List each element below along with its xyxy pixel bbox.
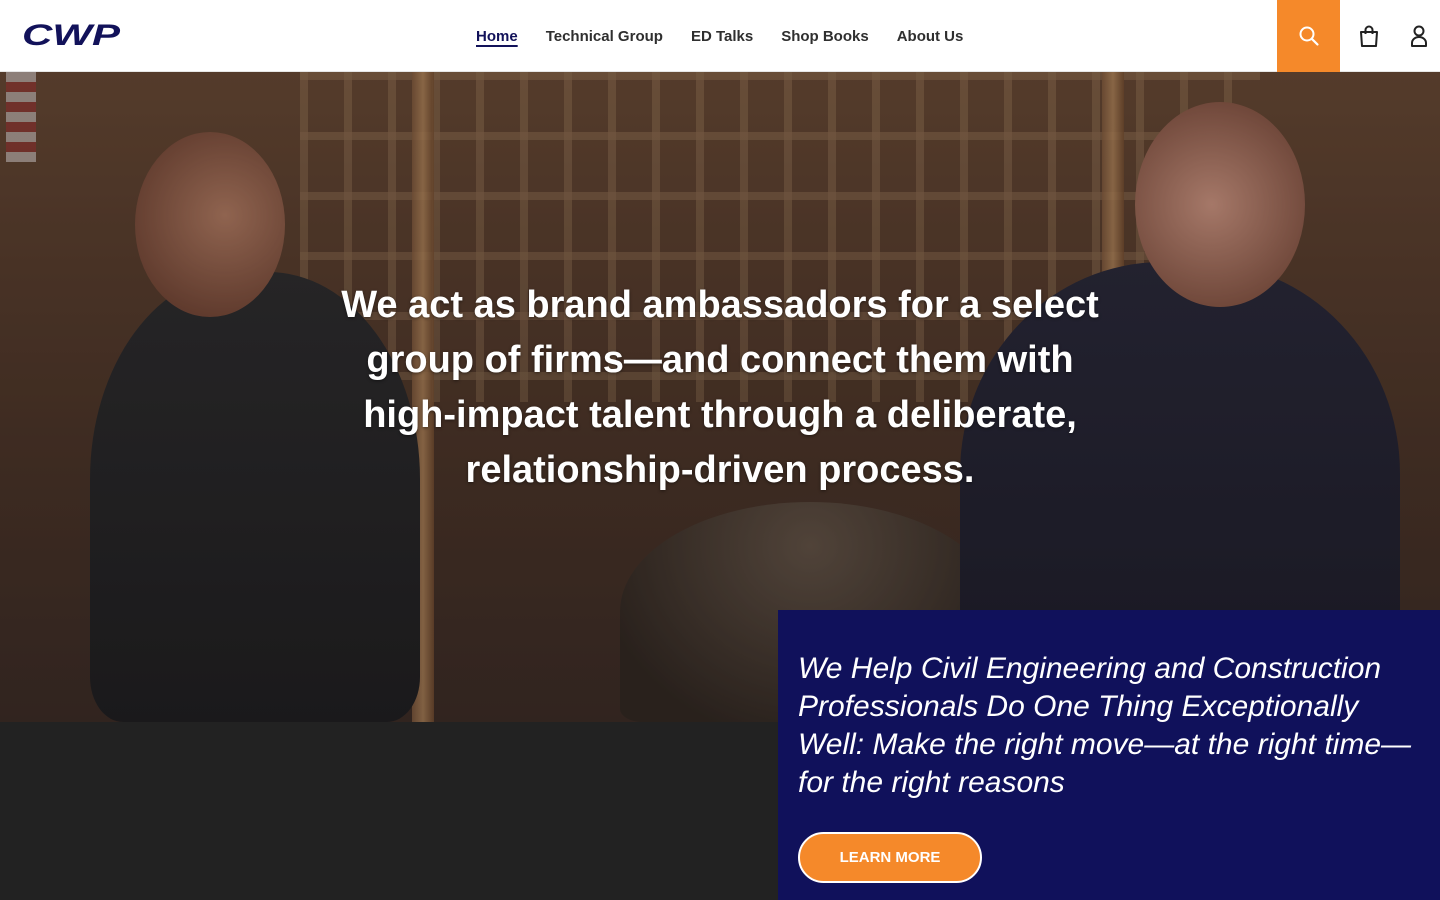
search-button[interactable] xyxy=(1277,0,1340,72)
main-nav: Home Technical Group ED Talks Shop Books… xyxy=(476,0,963,72)
nav-ed-talks[interactable]: ED Talks xyxy=(691,28,753,45)
hero-headline: We act as brand ambassadors for a select… xyxy=(341,284,1099,491)
svg-text:CWP: CWP xyxy=(22,20,121,50)
cart-icon xyxy=(1360,25,1378,47)
promo-text: We Help Civil Engineering and Constructi… xyxy=(798,652,1412,799)
cwp-logo[interactable]: CWP xyxy=(22,20,122,50)
nav-shop-books[interactable]: Shop Books xyxy=(781,28,869,45)
learn-more-button[interactable]: LEARN MORE xyxy=(798,832,982,883)
nav-about-us[interactable]: About Us xyxy=(897,28,964,45)
account-icon xyxy=(1411,25,1427,47)
site-header: CWP Home Technical Group ED Talks Shop B… xyxy=(0,0,1440,72)
account-button[interactable] xyxy=(1405,22,1433,50)
search-icon xyxy=(1299,26,1319,46)
promo-box: We Help Civil Engineering and Constructi… xyxy=(778,610,1440,900)
nav-technical-group[interactable]: Technical Group xyxy=(546,28,663,45)
cart-button[interactable] xyxy=(1355,22,1383,50)
nav-home[interactable]: Home xyxy=(476,28,518,45)
